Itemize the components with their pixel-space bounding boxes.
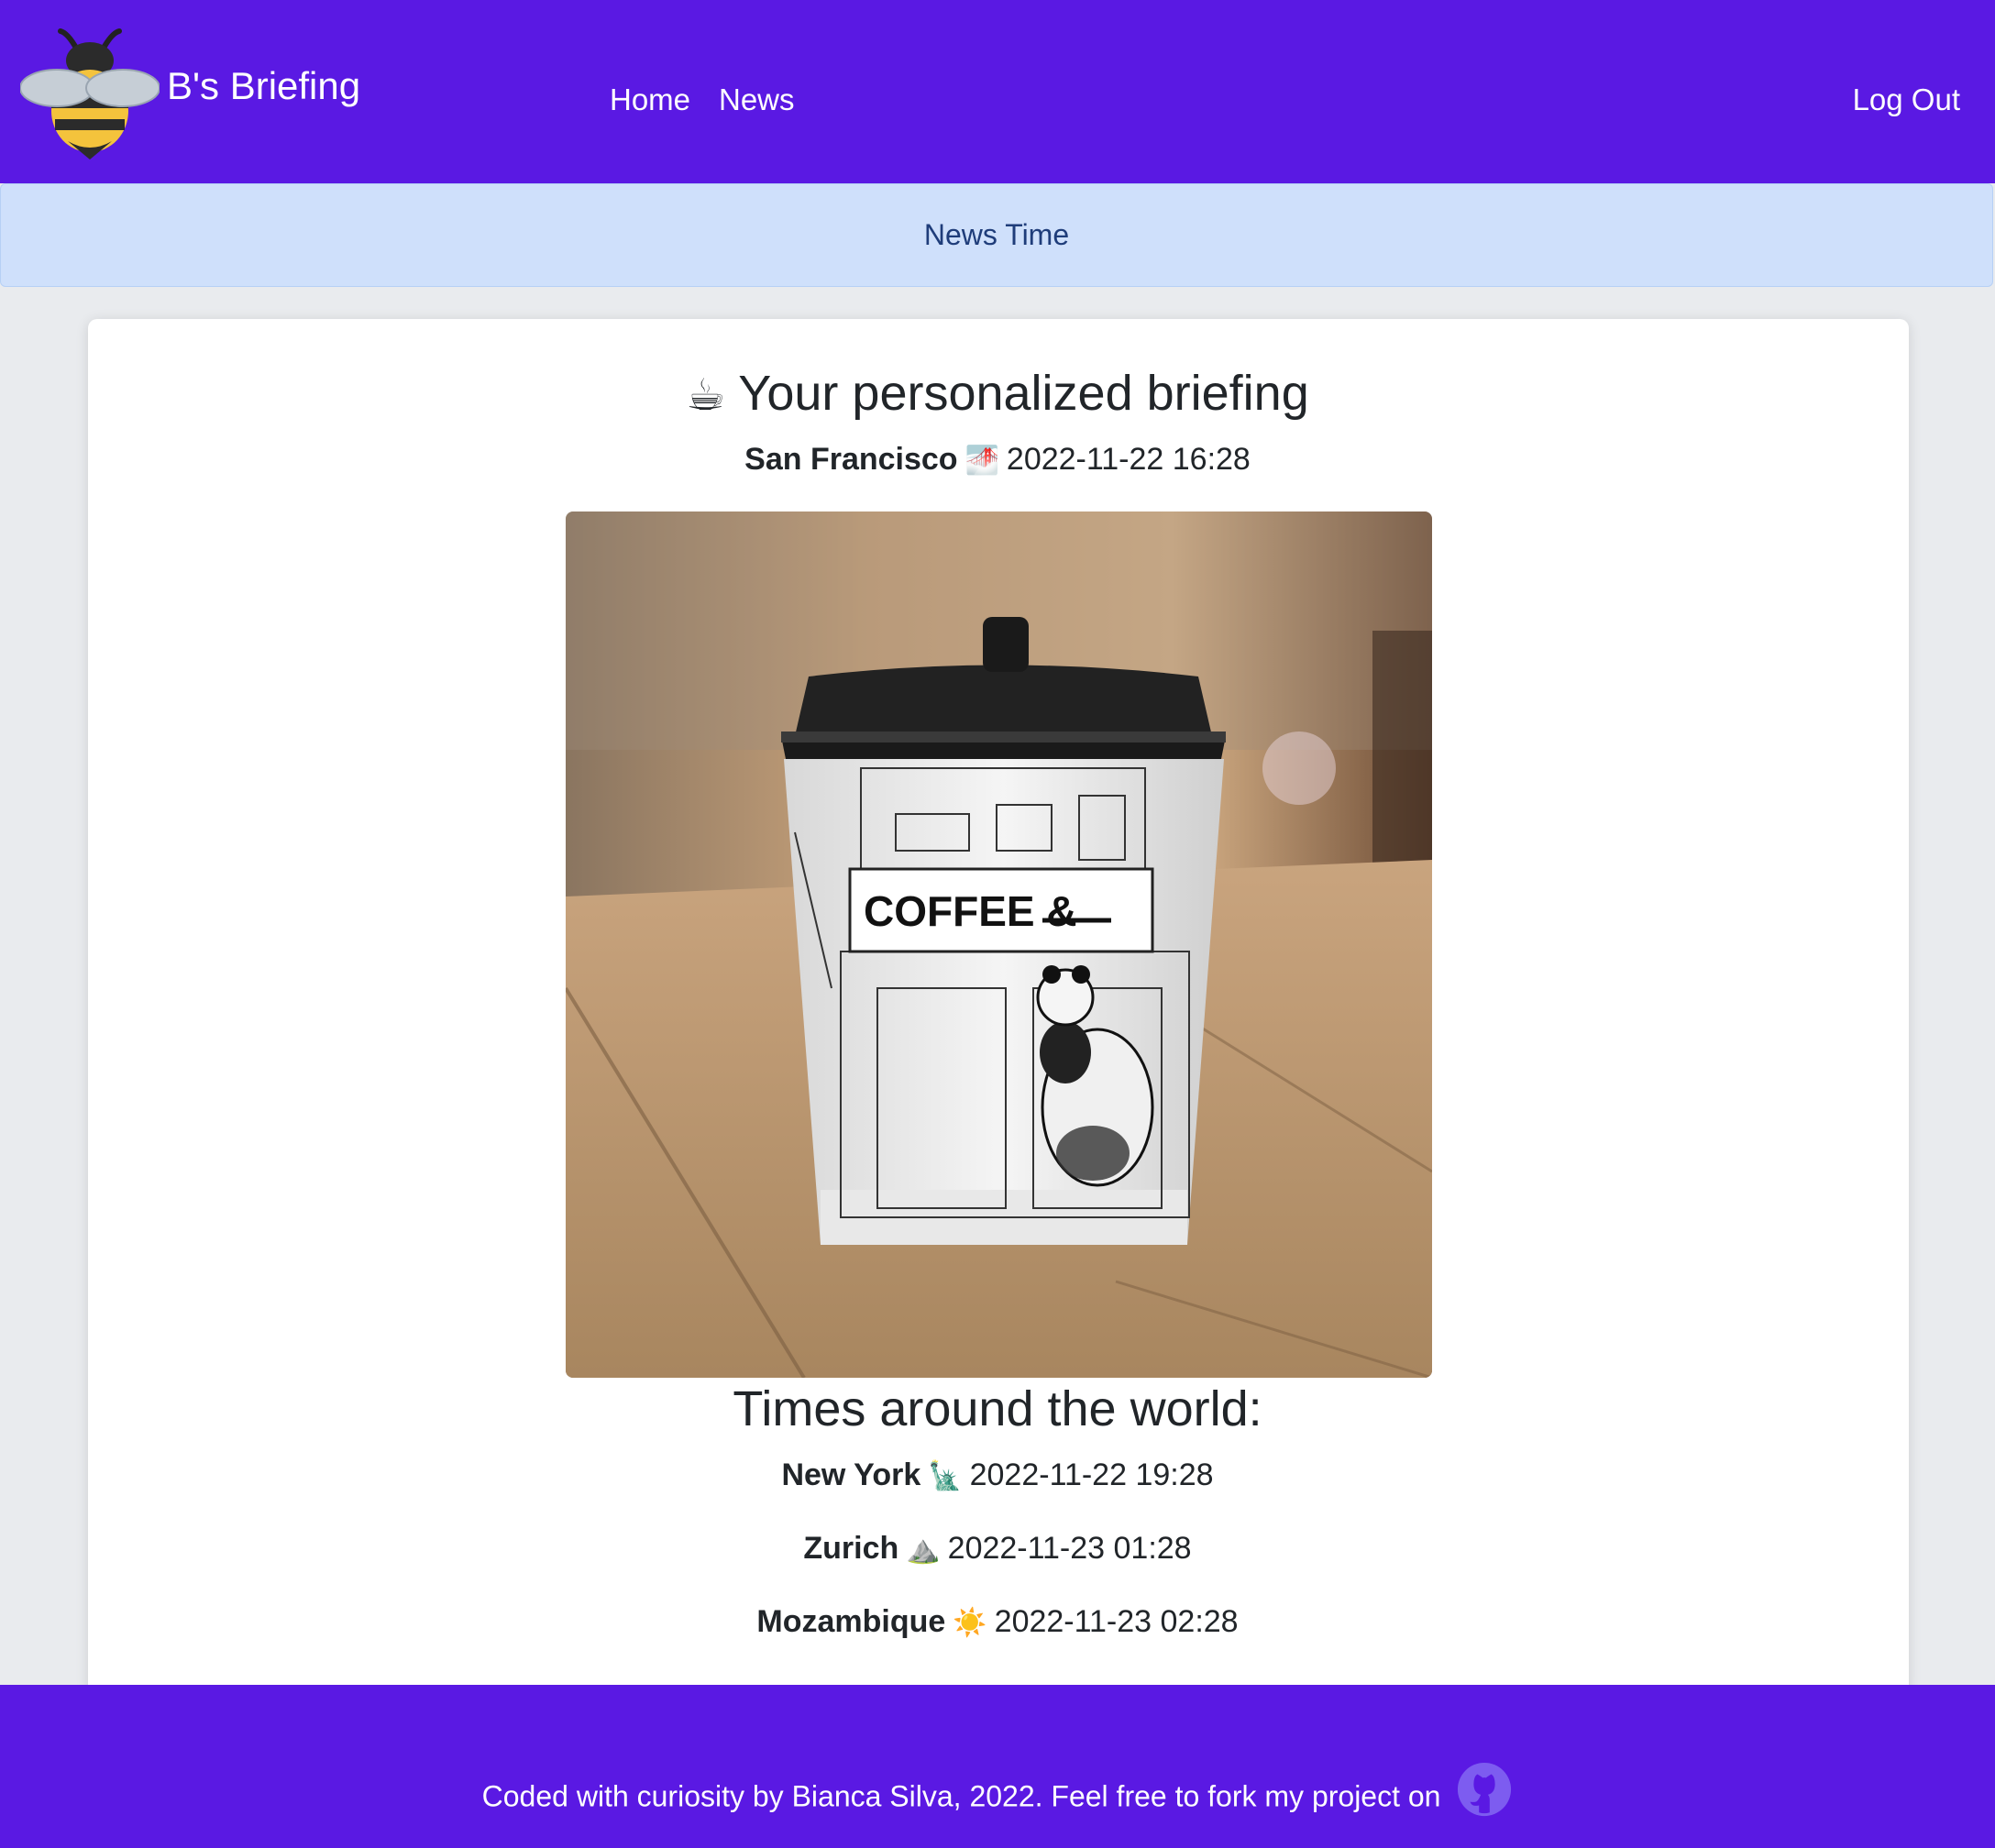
coffee-cup-photo: COFFEE & bbox=[566, 512, 1432, 1378]
nav-news-link[interactable]: News bbox=[719, 82, 795, 117]
local-time-value: 2022-11-22 16:28 bbox=[1006, 442, 1251, 477]
bee-icon[interactable] bbox=[20, 24, 160, 161]
briefing-title: ☕ Your personalized briefing bbox=[0, 365, 1995, 422]
coffee-icon: ☕ bbox=[686, 371, 726, 420]
nav-home-link[interactable]: Home bbox=[610, 82, 690, 117]
city-name: Zurich bbox=[803, 1531, 899, 1566]
navbar: B's Briefing Home News Log Out bbox=[0, 0, 1995, 183]
footer-text: Coded with curiosity by Bianca Silva, 20… bbox=[481, 1779, 1441, 1813]
logout-link[interactable]: Log Out bbox=[1853, 82, 1960, 117]
city-time: 2022-11-23 01:28 bbox=[947, 1531, 1192, 1566]
footer: Coded with curiosity by Bianca Silva, 20… bbox=[0, 1685, 1995, 1848]
local-city: San Francisco bbox=[744, 442, 958, 477]
city-name: New York bbox=[781, 1458, 921, 1492]
zurich-time: Zurich ⛰️ 2022-11-23 01:28 bbox=[0, 1531, 1995, 1567]
mozambique-time: Mozambique ☀️ 2022-11-23 02:28 bbox=[0, 1604, 1995, 1640]
github-icon[interactable] bbox=[1456, 1761, 1513, 1818]
news-time-banner: News Time bbox=[0, 183, 1993, 287]
footer-line: Coded with curiosity by Bianca Silva, 20… bbox=[0, 1762, 1995, 1827]
mountain-icon: ⛰️ bbox=[906, 1534, 941, 1565]
banner-text: News Time bbox=[923, 218, 1070, 251]
city-name: Mozambique bbox=[756, 1604, 946, 1639]
world-times-title: Times around the world: bbox=[733, 1381, 1262, 1436]
cup-text: COFFEE & bbox=[864, 887, 1077, 935]
new-york-time: New York 🗽 2022-11-22 19:28 bbox=[0, 1458, 1995, 1493]
brand-name[interactable]: B's Briefing bbox=[167, 64, 360, 108]
briefing-title-text: Your personalized briefing bbox=[738, 366, 1309, 421]
local-time: San Francisco 🌁 2022-11-22 16:28 bbox=[0, 442, 1995, 478]
fog-bridge-icon: 🌁 bbox=[964, 446, 999, 476]
city-time: 2022-11-22 19:28 bbox=[969, 1458, 1214, 1492]
sun-icon: ☀️ bbox=[953, 1608, 987, 1638]
city-time: 2022-11-23 02:28 bbox=[994, 1604, 1239, 1639]
statue-of-liberty-icon: 🗽 bbox=[928, 1461, 963, 1491]
